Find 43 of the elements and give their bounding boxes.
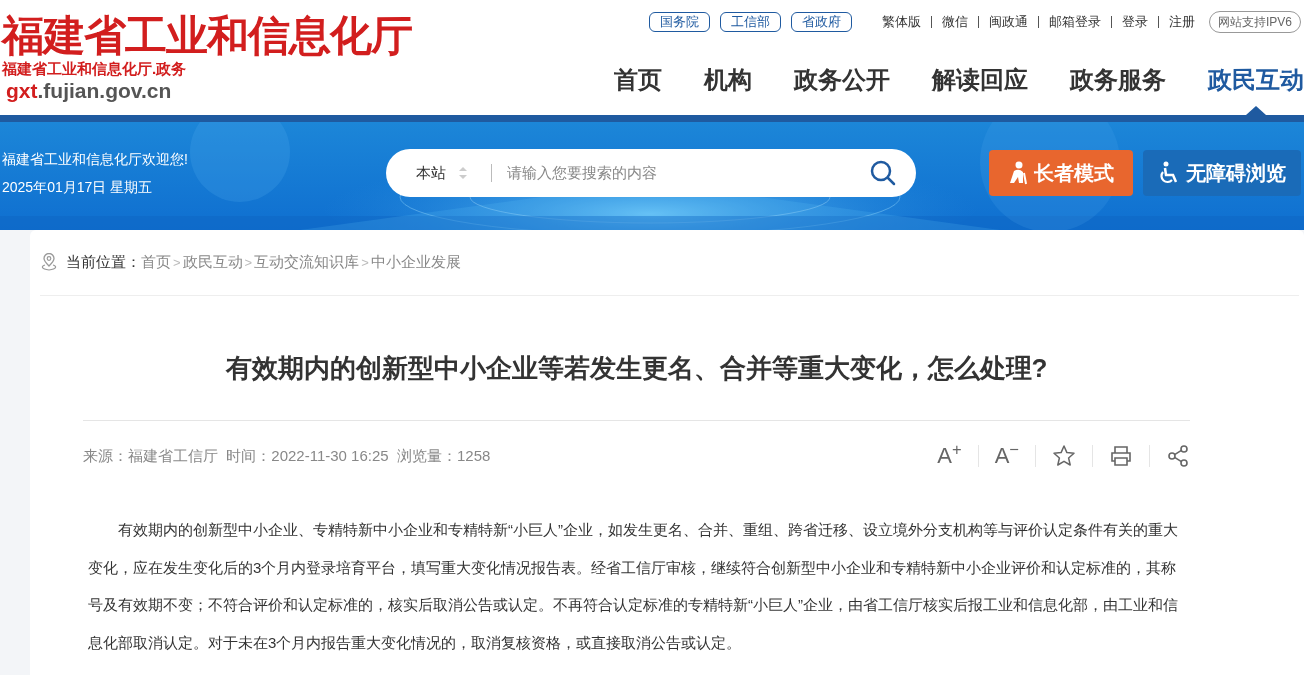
nav-tab[interactable]: 首页 <box>614 44 662 115</box>
nav-tab[interactable]: 政务服务 <box>1070 44 1166 115</box>
breadcrumb-link[interactable]: 中小企业发展 <box>370 251 461 274</box>
site-domain[interactable]: gxt.fujian.gov.cn <box>2 78 412 104</box>
article-meta: 来源：福建省工信厅 时间：2022-11-30 16:25 浏览量：1258 <box>83 445 491 466</box>
font-larger-button[interactable]: A$^{+}$ <box>937 445 962 467</box>
breadcrumb-link[interactable]: 首页 <box>141 251 171 274</box>
breadcrumb-link[interactable]: 政民互动 <box>182 251 243 274</box>
nav-tab[interactable]: 政务公开 <box>794 44 890 115</box>
site-subtitle: 福建省工业和信息化厅.政务 <box>2 60 188 78</box>
breadcrumb-separator: > <box>361 253 369 272</box>
utility-link[interactable]: 繁体版 <box>882 12 921 32</box>
search-bar[interactable]: 本站 请输入您要搜索的内容 <box>386 149 916 197</box>
scope-select[interactable]: 本站 <box>416 161 491 185</box>
date-text: 2025年01月17日 星期五 <box>2 178 154 197</box>
breadcrumb-separator: > <box>173 253 181 272</box>
accessibility-button[interactable]: 无障碍浏览 <box>1143 150 1301 196</box>
share-icon[interactable] <box>1166 444 1190 468</box>
article-title: 有效期内的创新型中小企业等若发生更名、合并等重大变化，怎么处理? <box>225 351 1048 385</box>
print-icon[interactable] <box>1109 444 1133 468</box>
search-icon[interactable] <box>870 160 896 186</box>
breadcrumb-link[interactable]: 互动交流知识库 <box>254 251 360 274</box>
person-icon <box>1008 161 1028 185</box>
gov-link[interactable]: 省政府 <box>791 12 852 32</box>
utility-link[interactable]: 微信 <box>942 12 968 32</box>
utility-link[interactable]: 闽政通 <box>989 12 1028 32</box>
star-icon[interactable] <box>1052 444 1076 468</box>
article-body: 有效期内的创新型中小企业、专精特新中小企业和专精特新“小巨人”企业，如发生更名、合并、重组、跨省迁移、设立境外分支机构等与评价认定条件有关的重大变化，应在发生变化后的3个月内登录培育平台，填写重大变化情况报告表。经省工信厅审核，继续符合创新型中小企业和专精特新中小企业评价和认定标准的，其称号及有效期不变；不符合评价和认定标准的，核实后取消公告或认定。不再符合认定标准的专精特新“小巨人”企业，由省工信厅核实后报工业和信息化部，由工业和信息化部取消认定。对于未在3个月内报告重大变化情况的，取消复核资格，或直接取消公告或认定。 <box>87 520 1179 653</box>
search-input[interactable]: 请输入您要搜索的内容 <box>507 161 870 185</box>
nav-tab[interactable]: 解读回应 <box>932 44 1028 115</box>
wheelchair-icon <box>1158 161 1180 185</box>
breadcrumb-label: 当前位置： <box>66 252 141 273</box>
gov-link[interactable]: 工信部 <box>720 12 781 32</box>
gov-link[interactable]: 国务院 <box>649 12 710 32</box>
nav-tab[interactable]: 机构 <box>704 44 752 115</box>
utility-link[interactable]: 注册 <box>1169 12 1195 32</box>
breadcrumb-separator: > <box>244 253 253 272</box>
location-pin-icon <box>40 252 58 273</box>
utility-link[interactable]: 登录 <box>1122 12 1148 32</box>
welcome-text: 福建省工业和信息化厅欢迎您! <box>2 150 189 169</box>
site-title: 福建省工业和信息化厅 <box>2 12 412 60</box>
utility-link[interactable]: 邮箱登录 <box>1049 12 1101 32</box>
font-smaller-button[interactable]: A$^{−}$ <box>994 445 1019 467</box>
